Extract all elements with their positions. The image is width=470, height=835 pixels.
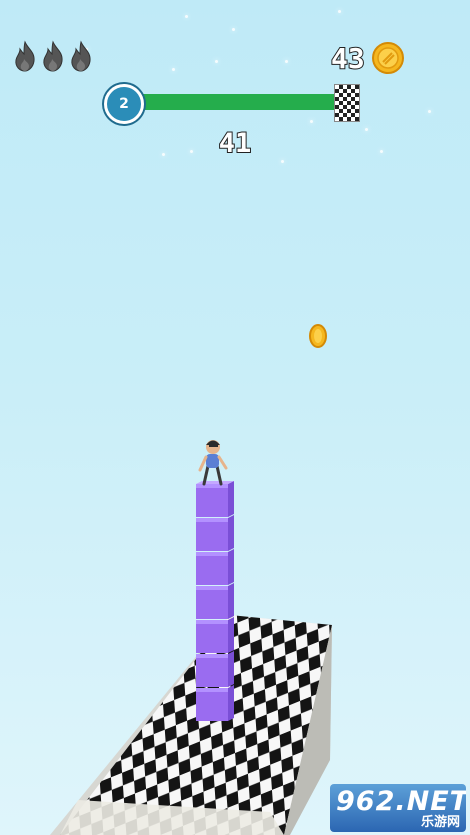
- stacked-cube: [196, 549, 234, 585]
- level-badge: 2: [104, 84, 144, 124]
- stacked-cube: [196, 515, 234, 551]
- checkered-track: [50, 615, 332, 835]
- cube-stack: [196, 481, 234, 721]
- stacked-cube: [196, 617, 234, 653]
- cube-stack-top: [196, 481, 234, 484]
- game-scene: [50, 324, 332, 835]
- stacked-cube: [196, 685, 234, 721]
- site-watermark: 962.NET 乐游网: [330, 784, 466, 832]
- floating-coin-icon[interactable]: [309, 324, 327, 348]
- stacked-cube: [196, 583, 234, 619]
- player-character: [198, 440, 228, 486]
- stacked-cube: [196, 481, 234, 517]
- watermark-sub-text: 乐游网: [420, 815, 460, 830]
- stacked-cube: [196, 651, 234, 687]
